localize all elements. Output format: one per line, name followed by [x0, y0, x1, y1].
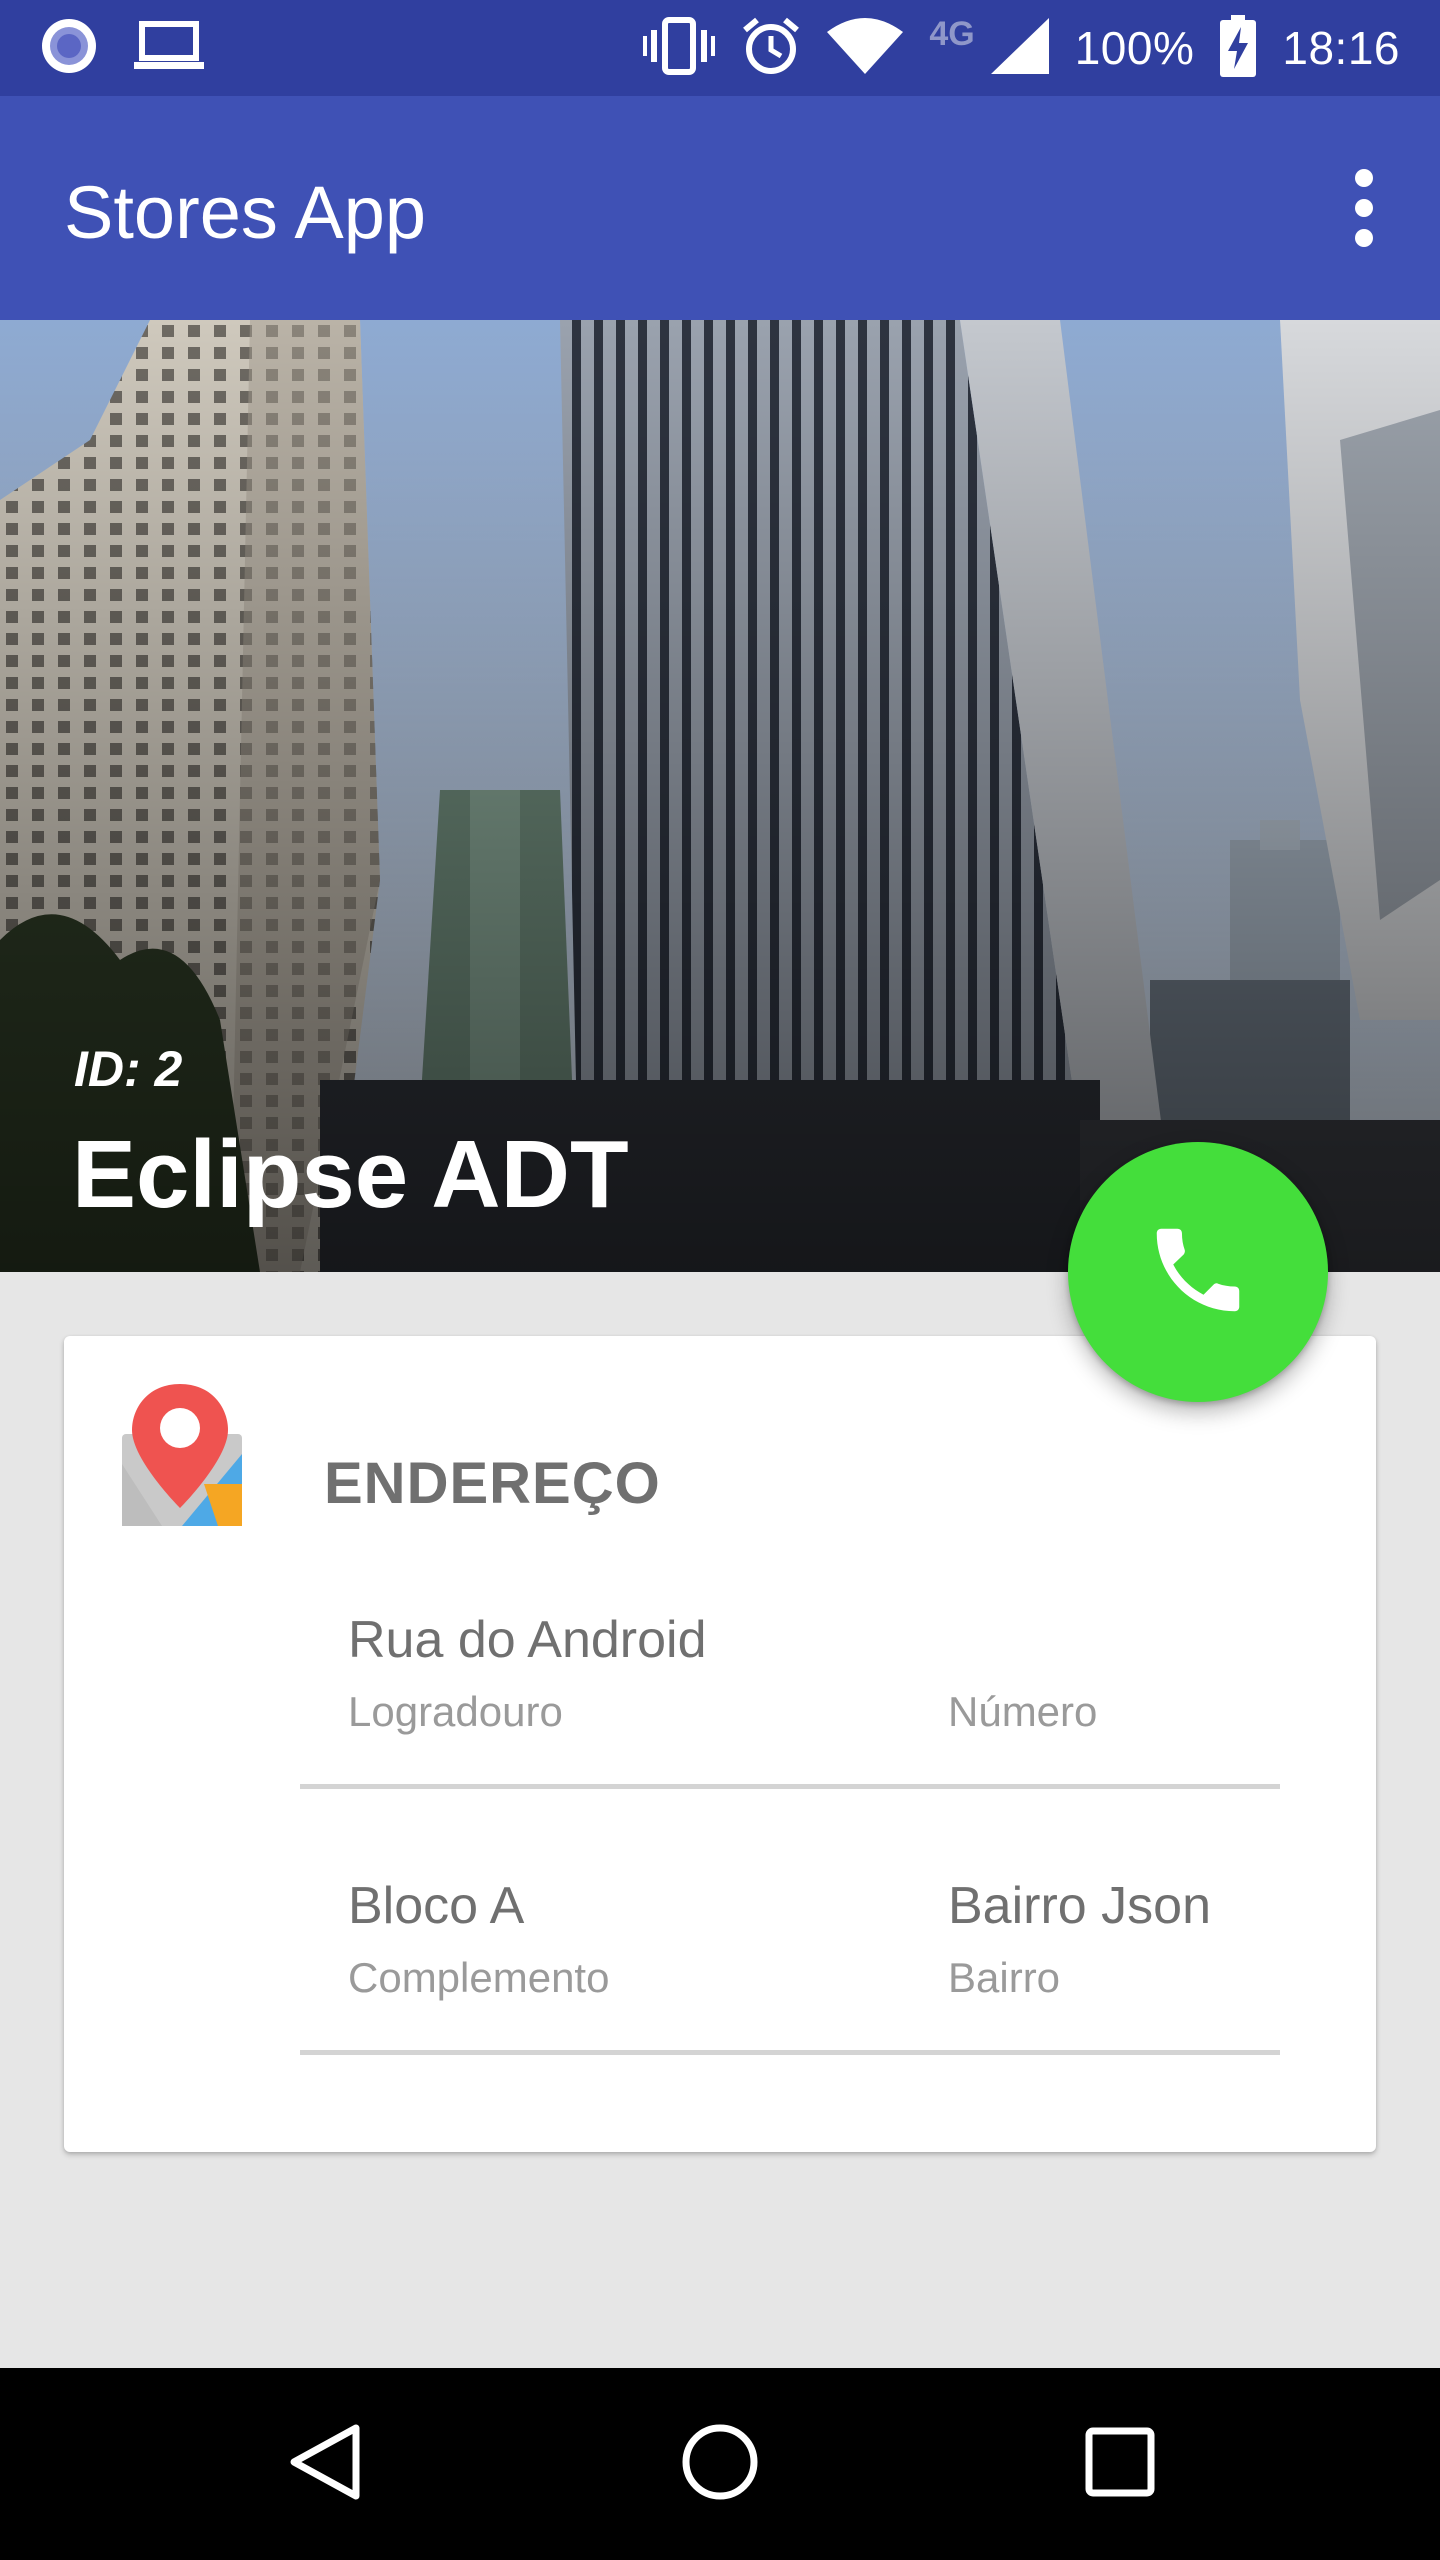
store-name: Eclipse ADT — [72, 1121, 629, 1228]
recents-button[interactable] — [1072, 2416, 1168, 2512]
home-button[interactable] — [672, 2416, 768, 2512]
street-value: Rua do Android — [348, 1611, 707, 1669]
map-pin-icon — [122, 1384, 246, 1535]
divider — [300, 1784, 1280, 1789]
complement-value: Bloco A — [348, 1877, 525, 1935]
system-navigation-bar — [0, 2368, 1440, 2560]
alarm-icon — [741, 16, 801, 81]
section-title-address: ENDEREÇO — [324, 1451, 661, 1516]
recents-icon — [1084, 2426, 1156, 2503]
vibrate-icon — [643, 16, 716, 81]
back-icon — [286, 2422, 362, 2507]
neighborhood-value: Bairro Json — [948, 1877, 1211, 1935]
back-button[interactable] — [276, 2416, 372, 2512]
network-type: 4G — [929, 14, 975, 53]
app-title: Stores App — [64, 171, 427, 254]
number-label: Número — [948, 1688, 1098, 1735]
store-id: ID: 2 — [74, 1041, 183, 1097]
notification-dot-icon — [40, 17, 98, 80]
status-bar: 4G 100% 18:16 — [0, 0, 1440, 96]
more-vert-icon — [1355, 169, 1373, 187]
address-card: ENDEREÇO Rua do Android Logradouro Númer… — [64, 1336, 1376, 2152]
cell-signal-icon — [990, 17, 1049, 79]
laptop-icon — [134, 20, 204, 77]
more-options-button[interactable] — [1320, 156, 1408, 260]
clock: 18:16 — [1282, 22, 1400, 74]
home-icon — [680, 2422, 760, 2507]
neighborhood-label: Bairro — [948, 1954, 1061, 2001]
divider — [300, 2050, 1280, 2055]
street-label: Logradouro — [348, 1688, 563, 1735]
wifi-icon — [827, 17, 904, 79]
battery-charging-icon — [1220, 14, 1257, 82]
store-header-image: ID: 2 Eclipse ADT — [0, 320, 1440, 1272]
call-button[interactable] — [1068, 1142, 1328, 1402]
complement-label: Complemento — [348, 1954, 610, 2001]
phone-icon — [1143, 1215, 1253, 1330]
app-bar: Stores App — [0, 96, 1440, 320]
battery-percent: 100% — [1074, 22, 1195, 74]
